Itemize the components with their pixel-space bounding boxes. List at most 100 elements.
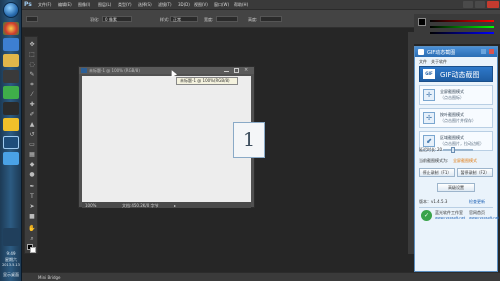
- width-input[interactable]: [216, 16, 238, 22]
- type-tool-icon[interactable]: T: [28, 193, 36, 200]
- color-slider-green[interactable]: [430, 26, 494, 28]
- menu-3d[interactable]: 3D(D): [178, 2, 190, 7]
- color-slider-blue[interactable]: [430, 32, 494, 34]
- style-select[interactable]: 正常: [170, 16, 198, 22]
- crop-tool-icon[interactable]: ⌗: [28, 81, 36, 88]
- taskbar-app-chrome[interactable]: [3, 22, 19, 35]
- dodge-tool-icon[interactable]: ●: [28, 171, 36, 178]
- close-button[interactable]: [487, 1, 499, 8]
- fullscreen-mode-button[interactable]: ✛ 全屏截图模式 （点击图标）: [419, 85, 493, 105]
- check-update-link[interactable]: 检查更新: [469, 199, 485, 205]
- width-label: 宽度:: [204, 17, 214, 22]
- healing-tool-icon[interactable]: ✚: [28, 101, 36, 108]
- height-label: 高度:: [248, 17, 258, 22]
- document-window[interactable]: 未标题-1 @ 100% (RGB/8) × 100% 文档:450.2K/0 …: [78, 66, 255, 208]
- taskbar-app-media[interactable]: [3, 102, 19, 115]
- eyedropper-tool-icon[interactable]: ⁄: [28, 91, 36, 98]
- menu-select[interactable]: 选择(S): [138, 2, 152, 8]
- window-mode-icon: ✢: [423, 112, 435, 124]
- document-title-bar[interactable]: 未标题-1 @ 100% (RGB/8) ×: [79, 67, 254, 74]
- gif-menu-file[interactable]: 文件: [419, 59, 427, 65]
- taskbar-app-photoshop[interactable]: [3, 136, 19, 149]
- style-label: 样式:: [160, 17, 170, 22]
- tray-date: 2013.5.13: [2, 263, 20, 267]
- menu-file[interactable]: 文件(F): [38, 2, 51, 8]
- fullscreen-mode-icon: ✛: [423, 89, 435, 101]
- document-size: 文档:450.2K/0 字节: [122, 203, 159, 208]
- taskbar-app-gif-tool[interactable]: [3, 152, 19, 165]
- eraser-tool-icon[interactable]: ▭: [28, 141, 36, 148]
- tray-icons[interactable]: [3, 228, 19, 246]
- taskbar-app-qq[interactable]: [3, 86, 19, 99]
- taskbar-app-player[interactable]: [3, 70, 19, 83]
- gradient-tool-icon[interactable]: ▦: [28, 151, 36, 158]
- current-mode-label: 当前截图模式为:: [419, 158, 449, 163]
- menu-layer[interactable]: 图层(L): [98, 2, 111, 8]
- document-title: 未标题-1 @ 100% (RGB/8): [89, 68, 140, 73]
- status-arrow-icon[interactable]: ▸: [174, 203, 176, 208]
- zoom-level[interactable]: 100%: [85, 203, 96, 208]
- start-button[interactable]: [3, 2, 19, 18]
- delay-slider-track[interactable]: [443, 149, 473, 151]
- document-maximize-icon[interactable]: [234, 68, 239, 73]
- document-tooltip: 未标题-1 @ 100%(RGB/8): [176, 77, 238, 85]
- tool-preset-picker[interactable]: [26, 16, 38, 22]
- gif-title-bar[interactable]: GIF动态截图: [415, 47, 497, 57]
- gif-menu-about[interactable]: 关于软件: [431, 59, 447, 65]
- move-tool-icon[interactable]: ✥: [28, 41, 36, 48]
- zoom-tool-icon[interactable]: ⌕: [28, 235, 36, 242]
- pen-tool-icon[interactable]: ✒: [28, 183, 36, 190]
- menu-filter[interactable]: 滤镜(T): [158, 2, 172, 8]
- menu-window[interactable]: 窗口(W): [214, 2, 229, 8]
- path-select-tool-icon[interactable]: ➤: [28, 203, 36, 210]
- lasso-tool-icon[interactable]: ◌: [28, 61, 36, 68]
- tray-time: 9:49: [6, 251, 16, 256]
- menu-edit[interactable]: 编辑(E): [58, 2, 72, 8]
- window-mode-hint: （点击图片并保存）: [440, 118, 476, 123]
- gif-banner-title: GIF动态截图: [440, 71, 480, 79]
- gif-capture-window: GIF动态截图 文件 关于软件 GIF GIF动态截图 ✛ 全屏截图模式 （点击…: [414, 46, 499, 272]
- taskbar-app-security[interactable]: [3, 118, 19, 131]
- marquee-tool-icon[interactable]: ⬚: [28, 51, 36, 58]
- feather-label: 羽化:: [90, 17, 100, 22]
- window-mode-button[interactable]: ✢ 按叶截图模式 （点击图片并保存）: [419, 108, 493, 128]
- document-minimize-icon[interactable]: [224, 69, 229, 72]
- ps-menubar: Ps 文件(F) 编辑(E) 图像(I) 图层(L) 类型(Y) 选择(S) 滤…: [22, 0, 500, 10]
- menu-type[interactable]: 类型(Y): [118, 2, 132, 8]
- blur-tool-icon[interactable]: ◆: [28, 161, 36, 168]
- gif-close-icon[interactable]: [489, 49, 494, 54]
- color-slider-red[interactable]: [430, 20, 494, 22]
- website-url[interactable]: www.rzxxsoft.net: [469, 216, 499, 220]
- shape-tool-icon[interactable]: ■: [28, 213, 36, 220]
- taskbar-app-folder[interactable]: [3, 54, 19, 67]
- background-color-swatch[interactable]: [30, 247, 36, 253]
- menu-image[interactable]: 图像(I): [78, 2, 90, 8]
- maximize-button[interactable]: [475, 1, 485, 8]
- gif-footer-divider: [419, 207, 493, 208]
- quick-select-tool-icon[interactable]: ✎: [28, 71, 36, 78]
- height-input[interactable]: [260, 16, 282, 22]
- company-url[interactable]: www.rzxxsoft.net: [435, 216, 465, 220]
- menu-view[interactable]: 视图(V): [194, 2, 208, 8]
- menu-help[interactable]: 帮助(H): [234, 2, 248, 8]
- minimize-button[interactable]: [463, 1, 473, 8]
- stamp-tool-icon[interactable]: ▲: [28, 121, 36, 128]
- history-brush-tool-icon[interactable]: ↺: [28, 131, 36, 138]
- delay-slider-thumb[interactable]: [451, 147, 455, 153]
- advanced-settings-button[interactable]: 高级设置: [437, 183, 475, 192]
- show-desktop-label[interactable]: 显示桌面: [0, 272, 22, 277]
- stop-record-button[interactable]: 停止录制（F1）: [419, 168, 455, 177]
- delay-label: 延迟时长:: [419, 147, 437, 152]
- gif-minimize-icon[interactable]: [481, 49, 486, 54]
- brush-tool-icon[interactable]: ✐: [28, 111, 36, 118]
- mini-bridge-tab[interactable]: Mini Bridge: [38, 275, 61, 280]
- document-canvas[interactable]: [82, 76, 251, 202]
- taskbar-app-ie[interactable]: [3, 38, 19, 51]
- foreground-swatch[interactable]: [418, 18, 426, 26]
- pause-record-button[interactable]: 暂停录制（F2）: [457, 168, 493, 177]
- feather-input[interactable]: 0 像素: [102, 16, 132, 22]
- hand-tool-icon[interactable]: ✋: [28, 225, 36, 232]
- ps-toolbox: ✥ ⬚ ◌ ✎ ⌗ ⁄ ✚ ✐ ▲ ↺ ▭ ▦ ◆ ● ✒ T ➤ ■ ✋ ⌕: [24, 36, 38, 254]
- document-close-icon[interactable]: ×: [244, 67, 248, 73]
- gif-app-icon: [418, 49, 424, 55]
